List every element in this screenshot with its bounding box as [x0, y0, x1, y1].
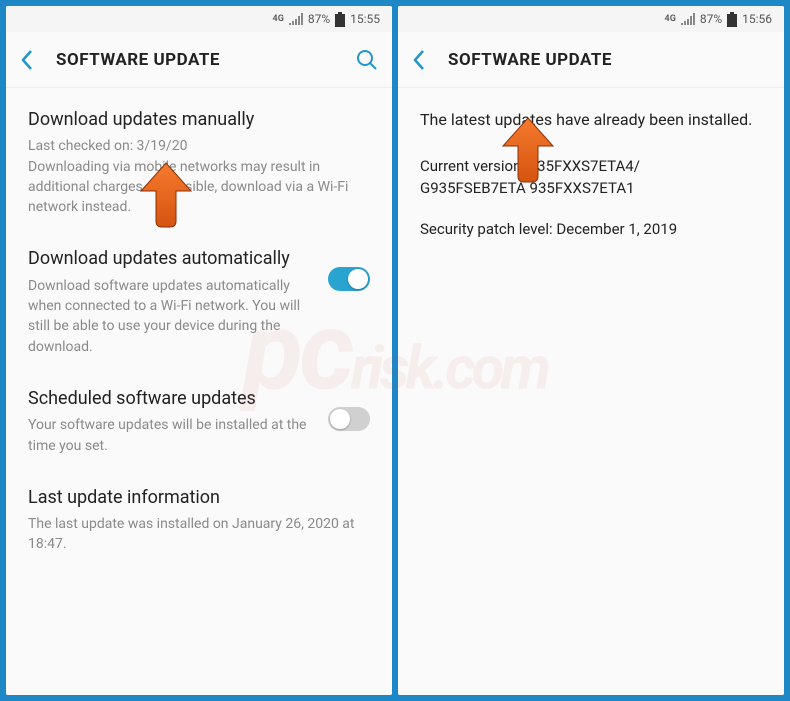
battery-icon [727, 12, 737, 27]
back-button[interactable] [20, 49, 56, 71]
signal-icon [289, 13, 303, 25]
app-header: SOFTWARE UPDATE [6, 32, 392, 88]
battery-label: 87% [700, 12, 722, 26]
status-bar: 4G 87% 15:56 [398, 6, 784, 32]
battery-icon [335, 12, 345, 27]
phone-left: 4G 87% 15:55 SOFTWARE UPDATE Download up… [6, 6, 392, 695]
version-info: Current version: 935FXXS7ETA4/ G935FSEB7… [420, 155, 762, 200]
chevron-left-icon [412, 49, 426, 71]
network-label: 4G [273, 14, 284, 24]
search-icon [356, 49, 378, 71]
security-patch: Security patch level: December 1, 2019 [420, 218, 762, 241]
section-title: Download updates automatically [28, 247, 316, 271]
scheduled-toggle[interactable] [328, 407, 370, 431]
signal-icon [681, 13, 695, 25]
download-manually-item[interactable]: Download updates manually Last checked o… [28, 108, 370, 217]
section-desc: Download software updates automatically … [28, 276, 316, 357]
section-title: Download updates manually [28, 108, 370, 132]
page-title: SOFTWARE UPDATE [56, 50, 342, 70]
scheduled-updates-item[interactable]: Scheduled software updates Your software… [28, 387, 370, 456]
auto-update-toggle[interactable] [328, 267, 370, 291]
battery-label: 87% [308, 12, 330, 26]
update-message: The latest updates have already been ins… [420, 108, 762, 133]
section-desc: Your software updates will be installed … [28, 415, 316, 456]
network-label: 4G [665, 14, 676, 24]
search-button[interactable] [342, 49, 378, 71]
time-label: 15:56 [742, 12, 772, 26]
back-button[interactable] [412, 49, 448, 71]
update-status-content: The latest updates have already been ins… [398, 88, 784, 695]
phone-right: 4G 87% 15:56 SOFTWARE UPDATE The latest … [398, 6, 784, 695]
page-title: SOFTWARE UPDATE [448, 50, 770, 70]
time-label: 15:55 [350, 12, 380, 26]
status-bar: 4G 87% 15:55 [6, 6, 392, 32]
last-update-item[interactable]: Last update information The last update … [28, 486, 370, 555]
version-label: Current version: [420, 157, 525, 175]
section-desc: The last update was installed on January… [28, 514, 370, 555]
app-header: SOFTWARE UPDATE [398, 32, 784, 88]
download-auto-item[interactable]: Download updates automatically Download … [28, 247, 370, 356]
settings-list: Download updates manually Last checked o… [6, 88, 392, 695]
section-desc: Last checked on: 3/19/20 Downloading via… [28, 136, 370, 217]
chevron-left-icon [20, 49, 34, 71]
section-title: Last update information [28, 486, 370, 510]
section-title: Scheduled software updates [28, 387, 316, 411]
